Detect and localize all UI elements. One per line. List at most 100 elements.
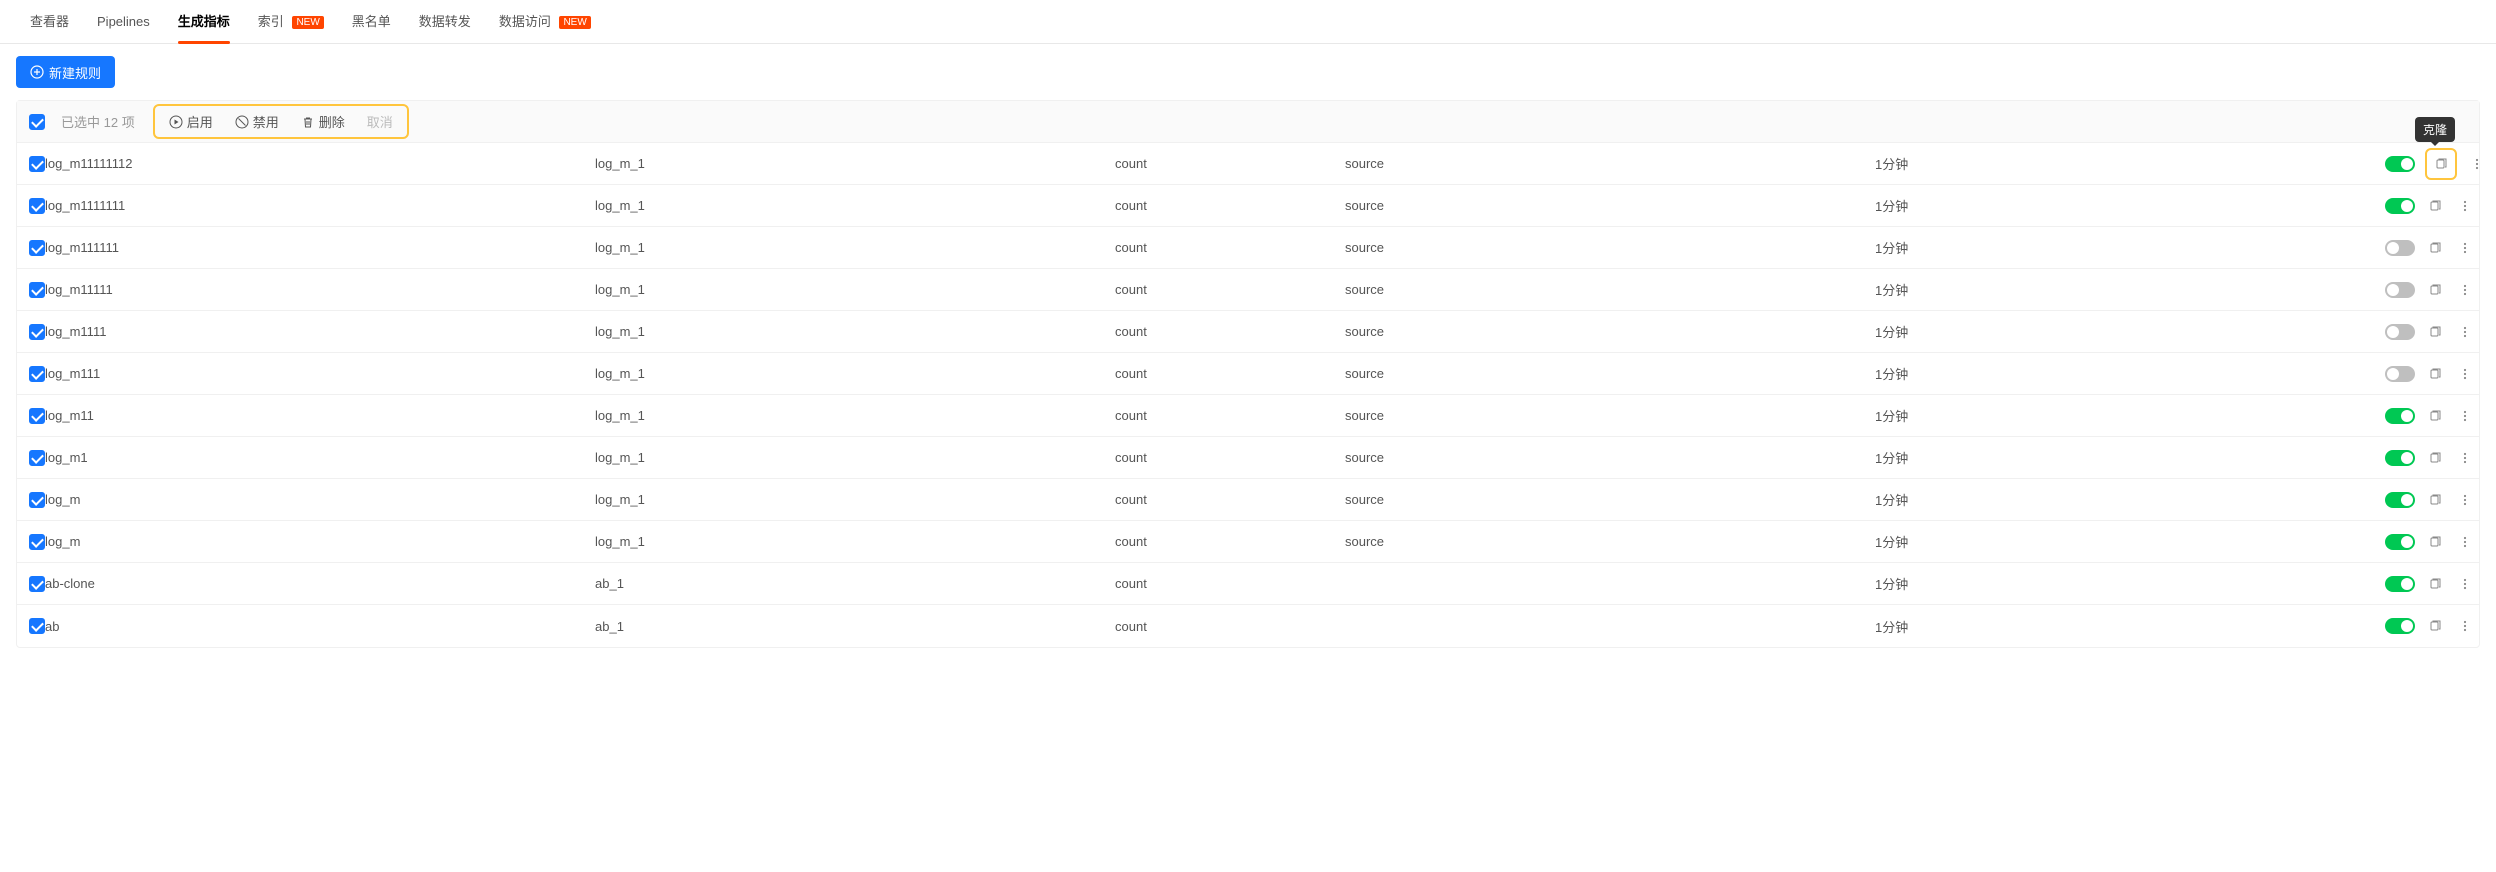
more-icon[interactable] <box>2455 532 2475 552</box>
copy-icon[interactable] <box>2425 322 2445 342</box>
row-checkbox[interactable] <box>29 618 45 634</box>
table-row: abab_1count1分钟 <box>17 605 2479 647</box>
toggle-switch[interactable] <box>2385 198 2415 214</box>
tab-bar: 查看器 Pipelines 生成指标 索引 NEW 黑名单 数据转发 数据访问 … <box>0 0 2496 44</box>
copy-icon[interactable] <box>2425 532 2445 552</box>
play-circle-icon <box>169 115 183 129</box>
row-checkbox[interactable] <box>29 534 45 550</box>
row-name: log_m11111112 <box>45 156 595 171</box>
toggle-switch[interactable] <box>2385 408 2415 424</box>
toggle-switch[interactable] <box>2385 366 2415 382</box>
more-icon[interactable] <box>2455 322 2475 342</box>
toggle-switch[interactable] <box>2385 534 2415 550</box>
new-badge: NEW <box>292 16 323 29</box>
row-checkbox[interactable] <box>29 408 45 424</box>
more-icon[interactable] <box>2455 574 2475 594</box>
row-time: 1分钟 <box>1875 490 2385 509</box>
toggle-switch[interactable] <box>2385 240 2415 256</box>
row-op: count <box>1115 156 1345 171</box>
row-actions <box>2385 574 2475 594</box>
tab-viewer[interactable]: 查看器 <box>16 0 83 44</box>
plus-circle-icon <box>30 65 44 79</box>
tab-forward[interactable]: 数据转发 <box>405 0 485 44</box>
row-dim: source <box>1345 324 1875 339</box>
row-name: log_m11 <box>45 408 595 423</box>
selected-count-text: 已选中 12 项 <box>61 112 135 131</box>
more-icon[interactable] <box>2455 490 2475 510</box>
bulk-disable-button[interactable]: 禁用 <box>235 112 279 131</box>
row-checkbox[interactable] <box>29 240 45 256</box>
row-checkbox[interactable] <box>29 324 45 340</box>
tab-index[interactable]: 索引 NEW <box>244 0 338 44</box>
row-name: log_m111111 <box>45 240 595 255</box>
more-icon[interactable] <box>2455 196 2475 216</box>
row-time: 1分钟 <box>1875 280 2385 299</box>
row-dim: source <box>1345 156 1875 171</box>
bulk-enable-button[interactable]: 启用 <box>169 112 213 131</box>
copy-icon[interactable] <box>2425 448 2445 468</box>
toggle-switch[interactable] <box>2385 576 2415 592</box>
row-time: 1分钟 <box>1875 238 2385 257</box>
row-checkbox[interactable] <box>29 198 45 214</box>
more-icon[interactable] <box>2455 364 2475 384</box>
row-actions <box>2385 448 2475 468</box>
copy-icon[interactable] <box>2425 196 2445 216</box>
row-time: 1分钟 <box>1875 322 2385 341</box>
copy-icon[interactable] <box>2425 364 2445 384</box>
row-checkbox[interactable] <box>29 366 45 382</box>
row-time: 1分钟 <box>1875 406 2385 425</box>
toggle-switch[interactable] <box>2385 618 2415 634</box>
row-checkbox[interactable] <box>29 156 45 172</box>
bulk-cancel-button[interactable]: 取消 <box>367 112 393 131</box>
toggle-switch[interactable] <box>2385 324 2415 340</box>
tab-blacklist[interactable]: 黑名单 <box>338 0 405 44</box>
row-metric: log_m_1 <box>595 240 1115 255</box>
row-checkbox[interactable] <box>29 450 45 466</box>
more-icon[interactable] <box>2455 448 2475 468</box>
copy-icon[interactable] <box>2425 574 2445 594</box>
toggle-switch[interactable] <box>2385 156 2415 172</box>
row-op: count <box>1115 619 1345 634</box>
tab-pipelines[interactable]: Pipelines <box>83 0 164 44</box>
table-row: log_mlog_m_1countsource1分钟 <box>17 479 2479 521</box>
row-dim: source <box>1345 408 1875 423</box>
copy-icon[interactable] <box>2425 490 2445 510</box>
row-checkbox[interactable] <box>29 492 45 508</box>
row-name: log_m1111111 <box>45 198 595 213</box>
copy-icon[interactable] <box>2425 238 2445 258</box>
bulk-delete-label: 删除 <box>319 112 345 131</box>
tab-access[interactable]: 数据访问 NEW <box>485 0 605 44</box>
toggle-switch[interactable] <box>2385 492 2415 508</box>
row-dim: source <box>1345 240 1875 255</box>
row-dim: source <box>1345 198 1875 213</box>
stop-circle-icon <box>235 115 249 129</box>
trash-icon <box>301 115 315 129</box>
row-actions <box>2385 196 2475 216</box>
copy-icon[interactable] <box>2431 154 2451 174</box>
row-name: ab <box>45 619 595 634</box>
rules-table: 已选中 12 项 启用 禁用 <box>16 100 2480 648</box>
more-icon[interactable] <box>2455 616 2475 636</box>
row-op: count <box>1115 366 1345 381</box>
row-actions <box>2385 148 2487 180</box>
tab-metrics[interactable]: 生成指标 <box>164 0 244 44</box>
row-dim: source <box>1345 534 1875 549</box>
copy-icon[interactable] <box>2425 616 2445 636</box>
row-name: log_m <box>45 492 595 507</box>
toggle-switch[interactable] <box>2385 450 2415 466</box>
select-all-checkbox[interactable] <box>29 114 45 130</box>
more-icon[interactable] <box>2455 406 2475 426</box>
row-time: 1分钟 <box>1875 574 2385 593</box>
more-icon[interactable] <box>2467 154 2487 174</box>
more-icon[interactable] <box>2455 280 2475 300</box>
copy-icon[interactable] <box>2425 406 2445 426</box>
new-rule-button[interactable]: 新建规则 <box>16 56 115 88</box>
row-name: ab-clone <box>45 576 595 591</box>
row-checkbox[interactable] <box>29 576 45 592</box>
bulk-delete-button[interactable]: 删除 <box>301 112 345 131</box>
row-checkbox[interactable] <box>29 282 45 298</box>
more-icon[interactable] <box>2455 238 2475 258</box>
row-op: count <box>1115 324 1345 339</box>
copy-icon[interactable] <box>2425 280 2445 300</box>
toggle-switch[interactable] <box>2385 282 2415 298</box>
